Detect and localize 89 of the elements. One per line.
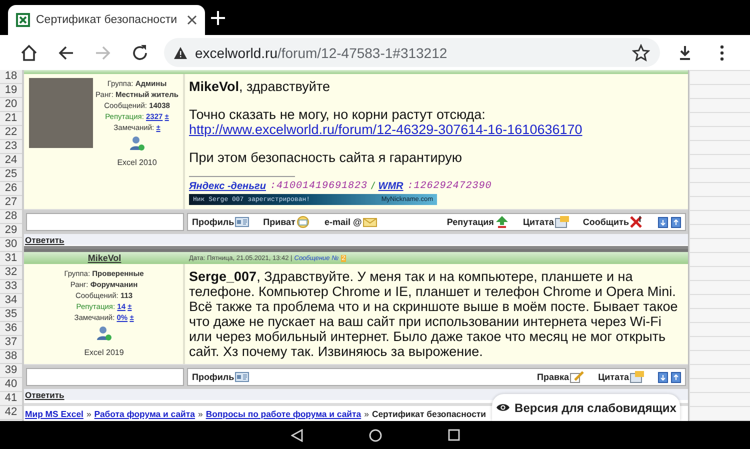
- message-link[interactable]: http://www.excelworld.ru/forum/12-46329-307614-16-1610636170: [189, 122, 684, 137]
- row-number: 27: [0, 196, 22, 210]
- action-link[interactable]: Профиль: [192, 371, 250, 383]
- separator-text: /: [372, 180, 374, 193]
- close-icon[interactable]: [187, 15, 197, 25]
- row-number: 37: [0, 336, 22, 350]
- breadcrumb-link[interactable]: Мир MS Excel: [25, 408, 84, 418]
- eye-icon: [496, 403, 510, 412]
- scroll-down-icon[interactable]: [658, 216, 668, 228]
- action-link[interactable]: Правка: [537, 371, 584, 383]
- envelope-icon: [362, 216, 377, 228]
- row-number: 32: [0, 266, 22, 280]
- action-link[interactable]: Сообщить: [582, 216, 644, 228]
- tab-title: Сертификат безопасности: [36, 14, 178, 26]
- row-number: 42: [0, 406, 22, 420]
- quote-icon: [554, 216, 569, 228]
- home-icon[interactable]: [20, 44, 38, 62]
- row-number: 36: [0, 322, 22, 336]
- row-number: 41: [0, 392, 22, 406]
- reply-link[interactable]: Ответить: [25, 234, 64, 244]
- row-number: 21: [0, 112, 22, 126]
- back-triangle-icon[interactable]: [290, 428, 302, 442]
- row-number: 35: [0, 308, 22, 322]
- breadcrumb-separator: »: [198, 408, 203, 418]
- row-number: 30: [0, 238, 22, 252]
- row-number: 33: [0, 280, 22, 294]
- card-icon: [235, 216, 250, 228]
- breadcrumb-separator: »: [364, 408, 369, 418]
- message-text: MikeVol, здравствуйте: [189, 79, 331, 94]
- reply-link[interactable]: Ответить: [25, 390, 64, 400]
- quote-icon: [630, 371, 644, 383]
- author-name[interactable]: MikeVol: [24, 252, 185, 264]
- action-link[interactable]: Профиль: [192, 216, 250, 228]
- action-link[interactable]: e-mail @: [324, 216, 377, 228]
- report-icon: [630, 216, 644, 228]
- wallet-number: :126292472390: [407, 180, 492, 193]
- browser-tab[interactable]: Сертификат безопасности: [8, 5, 205, 35]
- recents-square-icon[interactable]: [448, 429, 460, 441]
- warning-icon: [174, 46, 187, 58]
- breadcrumb-link[interactable]: Работа форума и сайта: [94, 408, 195, 418]
- url-text: excelworld.ru/forum/12-47583-1#313212: [195, 44, 448, 60]
- user-icon: [96, 325, 112, 341]
- scroll-down-icon[interactable]: [658, 372, 668, 382]
- new-tab-plus-icon[interactable]: [211, 10, 225, 24]
- action-link[interactable]: Цитата: [598, 371, 644, 383]
- scroll-up-icon[interactable]: [671, 216, 681, 228]
- message-text: Точно сказать не могу, но корни растут отсюда:: [189, 107, 486, 122]
- envelope-icon: [296, 216, 310, 228]
- row-number: 39: [0, 364, 22, 378]
- card-icon: [235, 371, 250, 383]
- accessibility-version-button[interactable]: Версия для слабовидящих: [492, 394, 680, 421]
- pencil-icon: [570, 371, 584, 383]
- reload-icon[interactable]: [130, 44, 148, 62]
- breadcrumb-current: Сертификат безопасности: [372, 408, 486, 418]
- excel-version: Excel 2010: [117, 157, 157, 168]
- user-icon: [129, 135, 145, 151]
- wallet-number: :41001419691823: [270, 180, 368, 193]
- row-number: 23: [0, 140, 22, 154]
- scroll-up-icon[interactable]: [671, 372, 681, 382]
- message-text: При этом безопасность сайта я гарантирую: [189, 150, 463, 165]
- action-link[interactable]: Цитата: [522, 216, 569, 228]
- excel-version: Excel 2019: [84, 347, 124, 358]
- home-circle-icon[interactable]: [368, 428, 382, 442]
- row-number: 38: [0, 350, 22, 364]
- row-number: 25: [0, 168, 22, 182]
- star-icon[interactable]: [632, 44, 650, 62]
- row-number: 31: [0, 252, 22, 266]
- message-text: Serge_007, Здравствуйте. У меня так и на компьютере, планшете и на телефоне. Компьютер Chrome и IE, планшет и телефон Chrome и Opera Mini. Всё также та проблема что и на скриншоте выше в моём посте. Бывает такое что даже не пускает на ваш сайт при использовании интернета через Wi-Fi или через мобильный интернет. Было даже такое что месяц не мог открыть сайт. Хз почему так. Извиняюсь за вырожение.: [189, 269, 679, 359]
- row-number: 26: [0, 182, 22, 196]
- wallet-link[interactable]: WMR: [378, 180, 404, 193]
- back-arrow-icon[interactable]: [56, 44, 74, 62]
- row-number: 20: [0, 98, 22, 112]
- breadcrumb-link[interactable]: Вопросы по работе форума и сайта: [206, 408, 362, 418]
- breadcrumb-separator: »: [86, 408, 92, 418]
- row-number: 22: [0, 126, 22, 140]
- row-number: 29: [0, 224, 22, 238]
- wallet-link[interactable]: Яндекс -деньги: [189, 180, 266, 193]
- address-bar[interactable]: excelworld.ru/forum/12-47583-1#313212: [164, 38, 660, 67]
- up-arrow-icon: [494, 216, 509, 228]
- row-number: 19: [0, 84, 22, 98]
- excel-favicon-icon: [16, 13, 30, 27]
- row-number: 18: [0, 70, 22, 84]
- action-link[interactable]: Приват: [263, 216, 310, 228]
- row-number: 28: [0, 210, 22, 224]
- row-number: 24: [0, 154, 22, 168]
- action-link[interactable]: Репутация: [446, 216, 509, 228]
- photo-placeholder: [29, 78, 93, 148]
- row-number: 40: [0, 378, 22, 392]
- row-number: 34: [0, 294, 22, 308]
